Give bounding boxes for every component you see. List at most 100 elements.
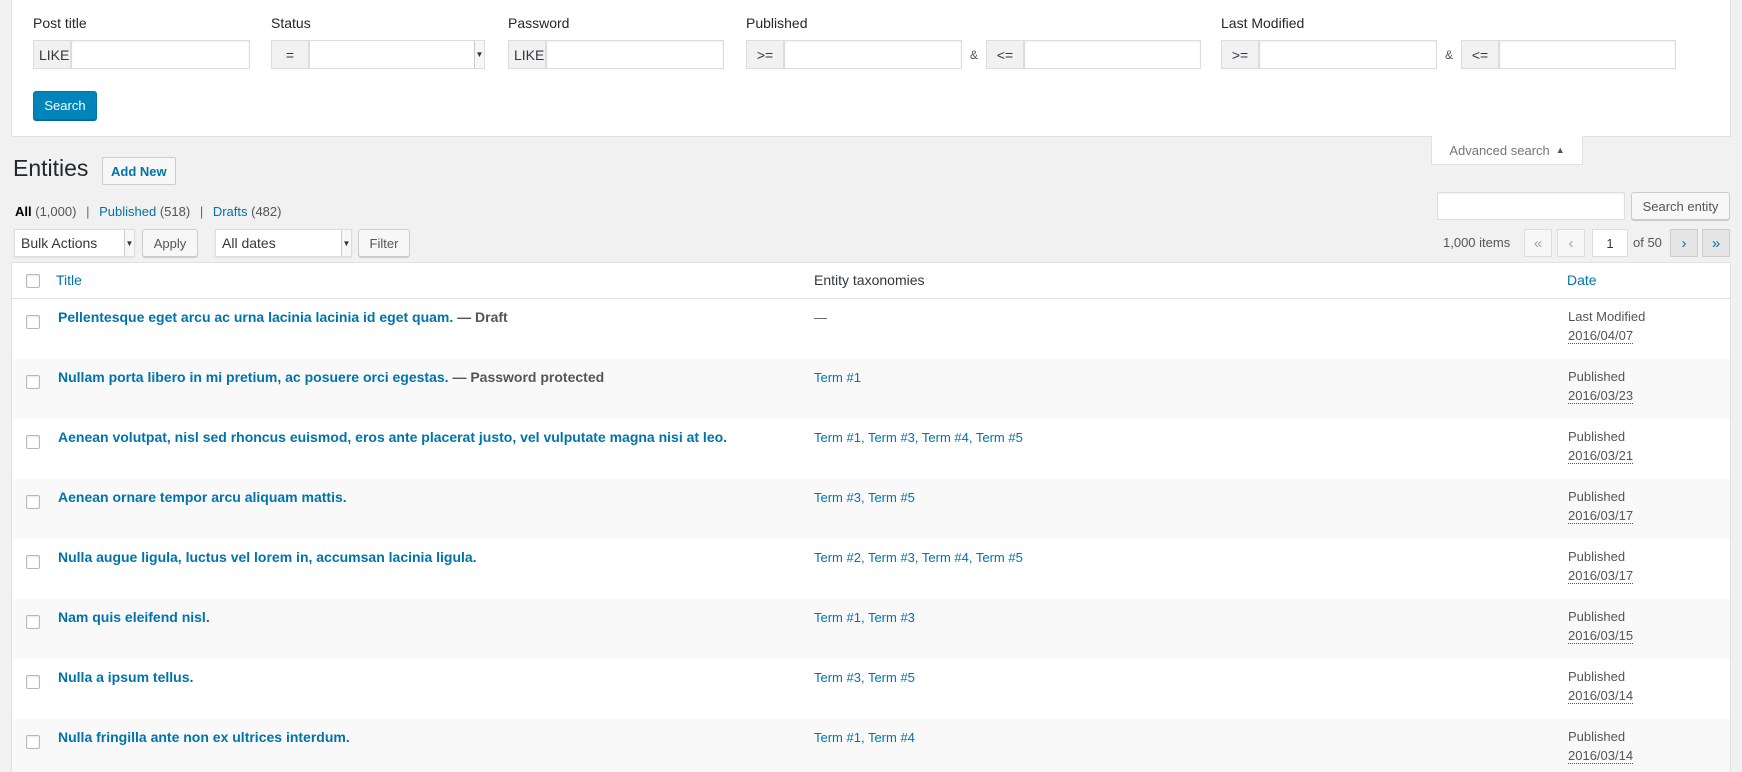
bulk-actions-select[interactable]: Bulk Actions ▼ <box>14 229 135 257</box>
advanced-search-toggle-label: Advanced search <box>1449 142 1550 158</box>
last-modified-from-input[interactable] <box>1259 40 1437 69</box>
row-title-link[interactable]: Nulla a ipsum tellus. <box>58 669 193 685</box>
add-new-button[interactable]: Add New <box>102 157 176 185</box>
table-row: Aenean volutpat, nisl sed rhoncus euismo… <box>12 419 1730 479</box>
password-operator[interactable]: LIKE <box>508 40 546 69</box>
current-page-input[interactable]: 1 <box>1592 229 1628 257</box>
row-title: Nulla augue ligula, luctus vel lorem in,… <box>58 549 477 565</box>
status-operator[interactable]: = <box>271 40 309 69</box>
row-checkbox[interactable] <box>26 375 40 389</box>
table-row: Nulla augue ligula, luctus vel lorem in,… <box>12 539 1730 599</box>
published-to-input[interactable] <box>1024 40 1201 69</box>
row-post-state: — Password protected <box>448 369 605 385</box>
row-title-link[interactable]: Nam quis eleifend nisl. <box>58 609 210 625</box>
status-filter: Status = ▼ <box>271 15 485 69</box>
entities-table: Title Entity taxonomies Date Pellentesqu… <box>11 262 1731 772</box>
row-title-link[interactable]: Nullam porta libero in mi pretium, ac po… <box>58 369 449 385</box>
row-title-link[interactable]: Pellentesque eget arcu ac urna lacinia l… <box>58 309 453 325</box>
date-filter-select[interactable]: All dates ▼ <box>215 229 352 257</box>
table-row: Aenean ornare tempor arcu aliquam mattis… <box>12 479 1730 539</box>
row-taxonomies[interactable]: Term #1 <box>814 370 861 385</box>
row-title-link[interactable]: Nulla fringilla ante non ex ultrices int… <box>58 729 350 745</box>
next-page-button[interactable]: › <box>1670 229 1698 257</box>
published-amp: & <box>962 40 986 69</box>
published-from-input[interactable] <box>784 40 962 69</box>
row-checkbox[interactable] <box>26 555 40 569</box>
row-title-link[interactable]: Aenean volutpat, nisl sed rhoncus euismo… <box>58 429 727 445</box>
row-checkbox[interactable] <box>26 615 40 629</box>
row-date: 2016/04/07 <box>1568 328 1634 344</box>
row-date: 2016/03/21 <box>1568 448 1634 464</box>
last-modified-to-input[interactable] <box>1499 40 1676 69</box>
search-entity-input[interactable] <box>1437 192 1625 220</box>
row-taxonomies[interactable]: Term #3, Term #5 <box>814 670 915 685</box>
filter-button[interactable]: Filter <box>358 229 410 257</box>
row-status: Published <box>1568 609 1626 624</box>
row-taxonomies[interactable]: Term #1, Term #4 <box>814 730 915 745</box>
chevron-down-icon: ▼ <box>124 230 134 256</box>
chevron-down-icon: ▼ <box>474 41 484 68</box>
row-status: Published <box>1568 549 1626 564</box>
row-title-link[interactable]: Aenean ornare tempor arcu aliquam mattis… <box>58 489 347 505</box>
row-status: Last Modified <box>1568 309 1646 324</box>
row-checkbox[interactable] <box>26 735 40 749</box>
table-row: Pellentesque eget arcu ac urna lacinia l… <box>12 299 1730 359</box>
row-post-state: — Draft <box>453 309 508 325</box>
bulk-actions-value: Bulk Actions <box>21 235 98 251</box>
row-title: Nulla fringilla ante non ex ultrices int… <box>58 729 350 745</box>
row-title: Nam quis eleifend nisl. <box>58 609 210 625</box>
items-count: 1,000 items <box>1443 235 1511 250</box>
view-drafts-count: (482) <box>251 204 282 219</box>
row-taxonomies: — <box>814 310 827 325</box>
post-title-operator[interactable]: LIKE <box>33 40 71 69</box>
last-page-button[interactable]: » <box>1702 229 1730 257</box>
advanced-search-panel: Post title LIKE Status = ▼ Password LIKE… <box>11 0 1731 137</box>
view-published-count: (518) <box>159 204 191 219</box>
row-checkbox[interactable] <box>26 675 40 689</box>
row-date: 2016/03/15 <box>1568 628 1634 644</box>
row-status: Published <box>1568 429 1626 444</box>
last-modified-from-operator[interactable]: >= <box>1221 40 1259 69</box>
row-title: Aenean volutpat, nisl sed rhoncus euismo… <box>58 429 727 445</box>
table-row: Nulla a ipsum tellus. Term #3, Term #5 P… <box>12 659 1730 719</box>
password-label: Password <box>508 15 570 31</box>
last-modified-amp: & <box>1437 40 1461 69</box>
advanced-search-button[interactable]: Search <box>33 91 97 120</box>
row-title: Nulla a ipsum tellus. <box>58 669 193 685</box>
row-taxonomies[interactable]: Term #3, Term #5 <box>814 490 915 505</box>
total-pages: of 50 <box>1633 235 1662 250</box>
view-drafts[interactable]: Drafts <box>213 204 248 219</box>
row-taxonomies[interactable]: Term #1, Term #3 <box>814 610 915 625</box>
table-row: Nulla fringilla ante non ex ultrices int… <box>12 719 1730 772</box>
row-date: 2016/03/17 <box>1568 568 1634 584</box>
row-taxonomies[interactable]: Term #2, Term #3, Term #4, Term #5 <box>814 550 1023 565</box>
last-modified-to-operator[interactable]: <= <box>1461 40 1499 69</box>
apply-button[interactable]: Apply <box>142 229 198 257</box>
search-entity-button[interactable]: Search entity <box>1631 192 1730 220</box>
select-all-checkbox[interactable] <box>26 274 40 288</box>
row-checkbox[interactable] <box>26 315 40 329</box>
table-header: Title Entity taxonomies Date <box>12 263 1730 299</box>
date-filter-value: All dates <box>222 235 276 251</box>
row-taxonomies[interactable]: Term #1, Term #3, Term #4, Term #5 <box>814 430 1023 445</box>
advanced-search-toggle[interactable]: Advanced search ▲ <box>1431 136 1583 165</box>
row-checkbox[interactable] <box>26 435 40 449</box>
row-title: Aenean ornare tempor arcu aliquam mattis… <box>58 489 347 505</box>
view-separator: | <box>199 204 204 219</box>
row-status: Published <box>1568 369 1626 384</box>
published-to-operator[interactable]: <= <box>986 40 1024 69</box>
row-date: 2016/03/23 <box>1568 388 1634 404</box>
row-checkbox[interactable] <box>26 495 40 509</box>
row-date: 2016/03/17 <box>1568 508 1634 524</box>
view-published[interactable]: Published <box>99 204 156 219</box>
row-title-link[interactable]: Nulla augue ligula, luctus vel lorem in,… <box>58 549 477 565</box>
post-title-input[interactable] <box>71 40 250 69</box>
triangle-up-icon: ▲ <box>1555 145 1565 155</box>
status-label: Status <box>271 15 311 31</box>
column-date[interactable]: Date <box>1567 272 1597 288</box>
status-select[interactable]: ▼ <box>309 40 485 69</box>
view-all[interactable]: All <box>15 204 32 219</box>
column-title[interactable]: Title <box>56 272 82 288</box>
password-input[interactable] <box>546 40 724 69</box>
published-from-operator[interactable]: >= <box>746 40 784 69</box>
